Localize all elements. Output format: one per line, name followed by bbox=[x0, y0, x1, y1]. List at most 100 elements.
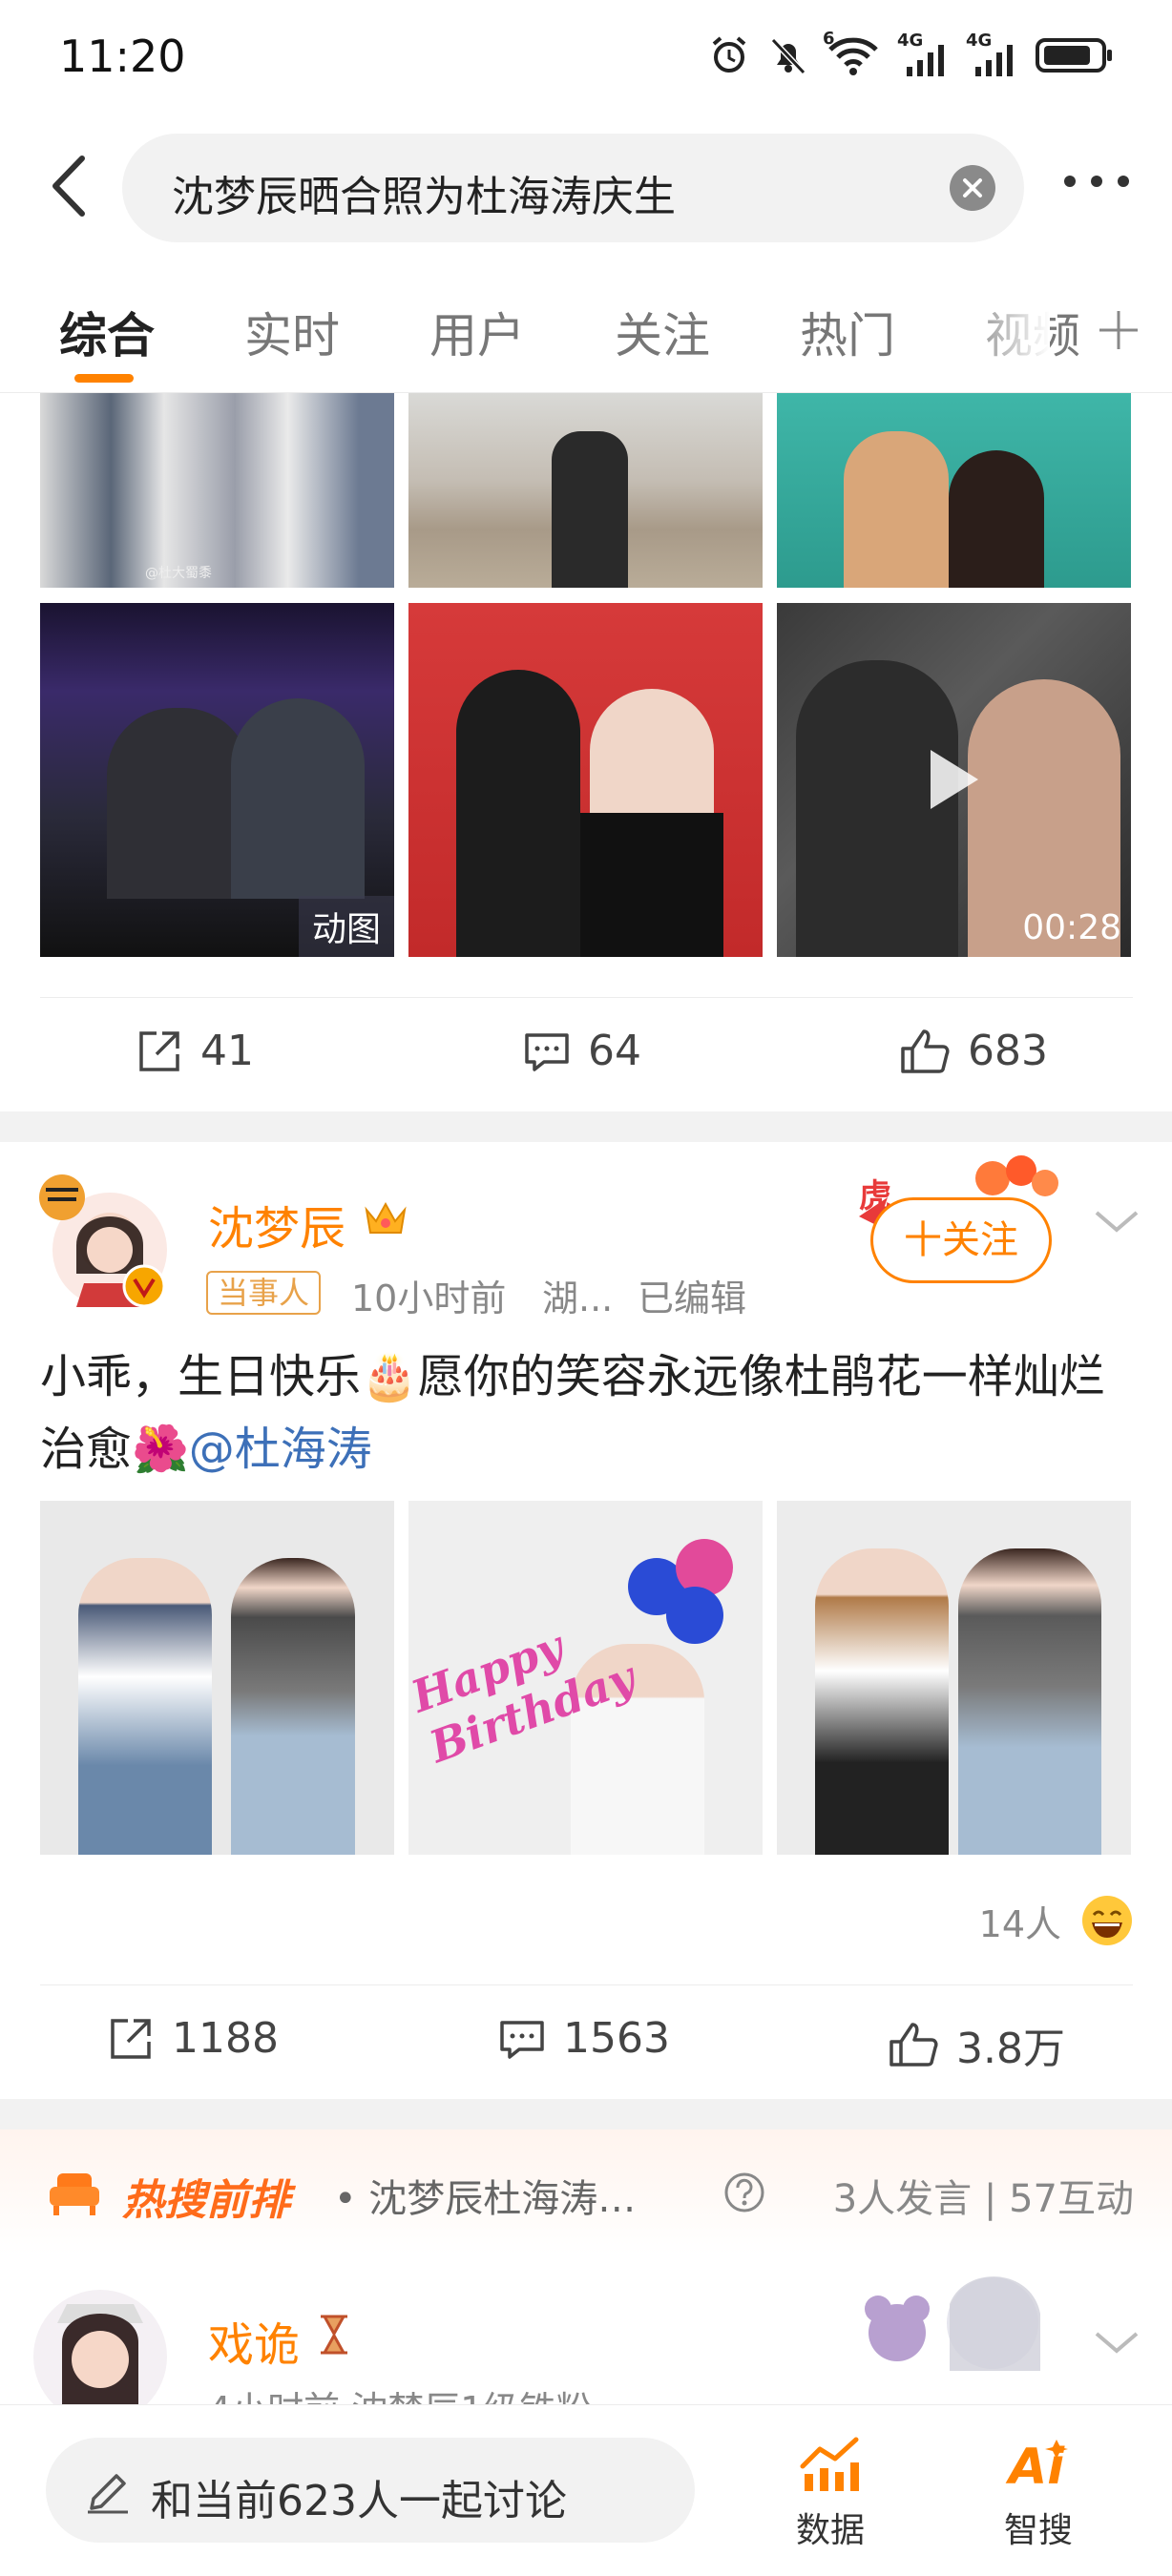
post2-photo-3[interactable] bbox=[777, 1501, 1131, 1855]
more-button[interactable] bbox=[1061, 172, 1132, 191]
follow-button[interactable]: 十关注 bbox=[870, 1197, 1052, 1283]
feed-separator bbox=[0, 1111, 1172, 1142]
ai-icon: Ai bbox=[1005, 2439, 1068, 2496]
hot-search-stats: 3人发言 | 57互动 bbox=[832, 2177, 1134, 2221]
tab-users[interactable]: 用户 bbox=[429, 298, 525, 366]
gif-badge: 动图 bbox=[298, 896, 394, 957]
back-button[interactable] bbox=[42, 153, 99, 219]
thumbs-up-icon bbox=[901, 1028, 950, 1073]
tab-hot[interactable]: 热门 bbox=[800, 298, 895, 366]
like-count: 3.8万 bbox=[956, 2025, 1065, 2073]
alarm-icon bbox=[712, 36, 746, 73]
discuss-input[interactable]: 和当前623人一起讨论 bbox=[46, 2438, 695, 2543]
help-icon[interactable] bbox=[723, 2171, 765, 2213]
more-dots-icon bbox=[1064, 176, 1129, 187]
photo-figure bbox=[231, 698, 365, 899]
data-button-label: 数据 bbox=[795, 2511, 865, 2550]
fan-badge-decoration-icon bbox=[865, 2276, 1040, 2371]
post1-video[interactable]: 00:28 bbox=[777, 603, 1131, 957]
add-tab-button[interactable] bbox=[1094, 305, 1143, 355]
tab-following[interactable]: 关注 bbox=[615, 298, 710, 366]
like-button[interactable]: 3.8万 bbox=[888, 2014, 1065, 2075]
chevron-down-icon[interactable] bbox=[1093, 2328, 1141, 2357]
hot-search-topic: • 沈梦辰杜海涛… bbox=[334, 2177, 637, 2221]
sofa-icon bbox=[50, 2173, 99, 2215]
repost-button[interactable]: 41 bbox=[136, 1027, 254, 1075]
signal-1: 4G bbox=[897, 31, 949, 76]
hot-search-band[interactable]: 热搜前排 • 沈梦辰杜海涛… 3人发言 | 57互动 bbox=[0, 2129, 1172, 2255]
video-duration: 00:28 bbox=[1022, 908, 1121, 947]
back-arrow-icon bbox=[52, 156, 85, 217]
close-icon bbox=[963, 178, 982, 197]
post1-action-bar: 41 64 683 bbox=[40, 997, 1133, 1111]
feed-separator bbox=[0, 2099, 1172, 2129]
post2-username[interactable]: 沈梦辰 bbox=[208, 1191, 345, 1257]
smart-search-label: 智搜 bbox=[1003, 2511, 1073, 2550]
photo-figure bbox=[958, 1548, 1101, 1855]
search-query: 沈梦辰晒合照为杜海涛庆生 bbox=[172, 173, 676, 221]
comment-button[interactable]: 1563 bbox=[498, 2014, 670, 2063]
smart-search-button[interactable]: Ai 智搜 bbox=[981, 2434, 1096, 2550]
repost-button[interactable]: 1188 bbox=[107, 2014, 279, 2063]
battery-icon bbox=[1036, 38, 1112, 73]
like-button[interactable]: 683 bbox=[899, 1027, 1048, 1075]
reactions[interactable]: 14人 bbox=[979, 1894, 1134, 1947]
hot-search-title: 热搜前排 bbox=[122, 2176, 290, 2225]
status-icons: 6 4G 4G bbox=[708, 29, 1115, 76]
avatar-image bbox=[33, 2290, 167, 2409]
repost-icon bbox=[111, 2018, 151, 2059]
play-icon[interactable] bbox=[925, 746, 982, 813]
crown-icon bbox=[365, 1201, 407, 1234]
photo-figure bbox=[78, 1558, 212, 1855]
repost-count: 1188 bbox=[172, 2014, 279, 2063]
post3-username[interactable]: 戏诡 bbox=[208, 2307, 300, 2374]
post2-edited: 已编辑 bbox=[638, 1278, 747, 1319]
clear-search-button[interactable] bbox=[950, 165, 995, 211]
photo-watermark: @杜大蜀黍 bbox=[145, 566, 212, 581]
wifi-icon: 6 bbox=[823, 29, 880, 76]
photo-figure bbox=[231, 1558, 355, 1855]
laugh-emoji-icon bbox=[1082, 1896, 1132, 1945]
reaction-count: 14人 bbox=[978, 1902, 1061, 1945]
post2-text: 小乖，生日快乐🎂愿你的笑容永远像杜鹃花一样灿烂治愈🌺@杜海涛 bbox=[40, 1340, 1138, 1485]
tab-bar: 综合 实时 用户 关注 热门 视频 bbox=[0, 279, 1172, 393]
photo-figure bbox=[815, 1548, 949, 1855]
post2-photo-1[interactable] bbox=[40, 1501, 394, 1855]
data-button[interactable]: 数据 bbox=[773, 2434, 888, 2552]
post1-photo-2[interactable] bbox=[408, 393, 763, 588]
post1-photo-4[interactable]: 动图 bbox=[40, 603, 394, 957]
comment-count: 1563 bbox=[563, 2014, 670, 2063]
post1-photo-5[interactable] bbox=[408, 603, 763, 957]
tab-realtime[interactable]: 实时 bbox=[244, 298, 340, 366]
avatar[interactable] bbox=[29, 1169, 172, 1312]
comment-button[interactable]: 64 bbox=[523, 1027, 641, 1075]
party-tag: 当事人 bbox=[206, 1271, 322, 1315]
birthday-caption: Happy Birthday bbox=[408, 1620, 642, 1774]
post1-photo-1[interactable]: @杜大蜀黍 bbox=[40, 393, 394, 588]
photo-balloons bbox=[628, 1539, 743, 1653]
repost-icon bbox=[139, 1030, 179, 1071]
verified-badge-icon bbox=[122, 1264, 166, 1308]
post1-photo-3[interactable] bbox=[777, 393, 1131, 588]
post2-action-bar: 1188 1563 3.8万 bbox=[40, 1984, 1133, 2099]
tab-fade bbox=[954, 279, 1050, 384]
chevron-down-icon[interactable] bbox=[1093, 1207, 1141, 1236]
photo-figure bbox=[552, 431, 628, 588]
avatar[interactable] bbox=[29, 2285, 172, 2409]
search-input[interactable]: 沈梦辰晒合照为杜海涛庆生 bbox=[122, 134, 1024, 242]
pencil-icon bbox=[88, 2474, 128, 2514]
mention-link[interactable]: @杜海涛 bbox=[189, 1423, 372, 1476]
data-chart-icon bbox=[800, 2437, 859, 2491]
post2-photo-2[interactable]: Happy Birthday bbox=[408, 1501, 763, 1855]
status-time: 11:20 bbox=[59, 31, 186, 82]
photo-figure bbox=[949, 450, 1044, 588]
active-tab-indicator bbox=[74, 374, 134, 383]
tab-comprehensive[interactable]: 综合 bbox=[59, 298, 155, 366]
photo-figure bbox=[844, 431, 949, 588]
wifi-gen: 6 bbox=[823, 29, 835, 49]
hourglass-icon bbox=[321, 2315, 347, 2355]
repost-count: 41 bbox=[200, 1027, 254, 1075]
comment-count: 64 bbox=[588, 1027, 641, 1075]
post2-time: 10小时前 bbox=[351, 1278, 507, 1319]
bottom-bar: 和当前623人一起讨论 数据 Ai 智搜 bbox=[0, 2404, 1172, 2576]
